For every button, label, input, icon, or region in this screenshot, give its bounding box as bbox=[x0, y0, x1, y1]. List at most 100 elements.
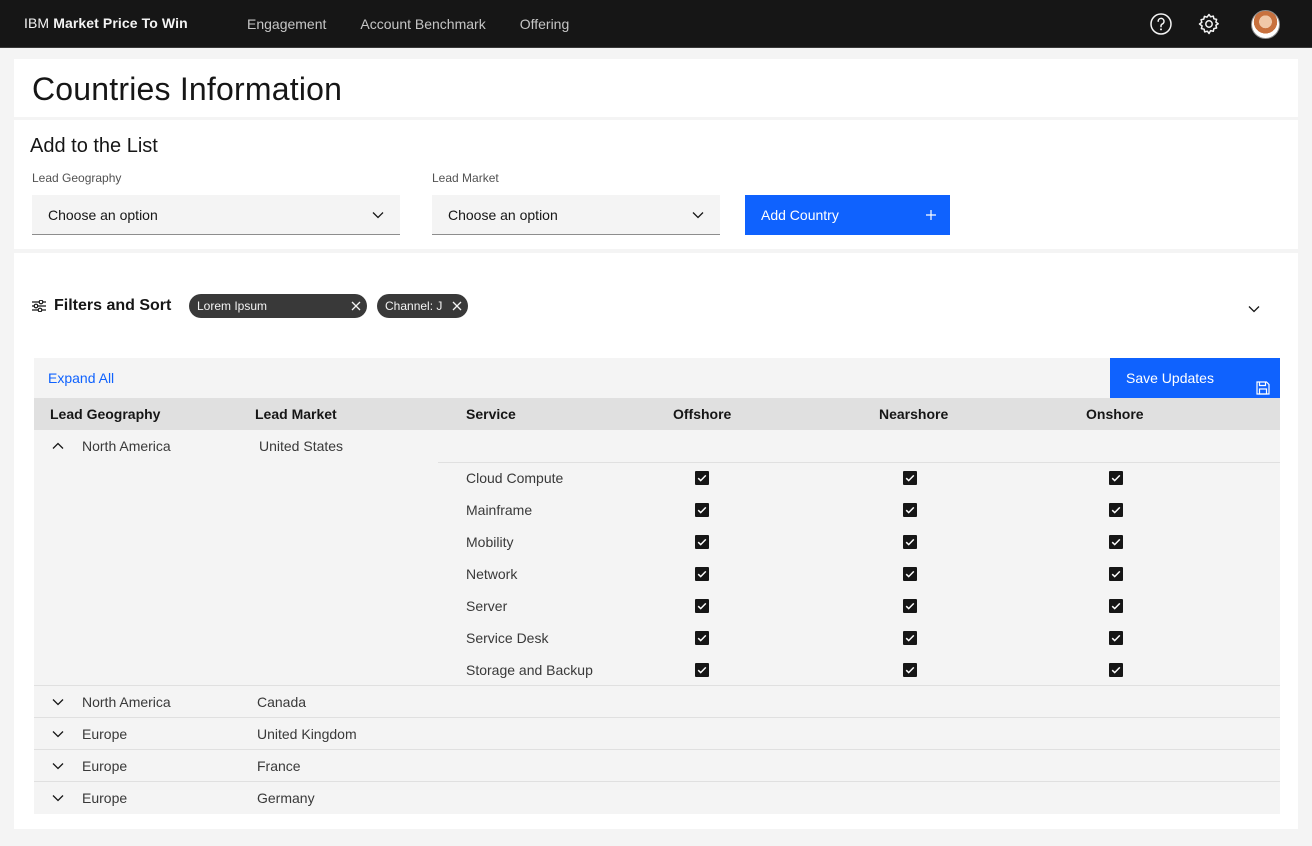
offshore-checkbox[interactable] bbox=[695, 663, 709, 677]
filter-tag[interactable]: Channel: J bbox=[377, 294, 468, 318]
row-expand-toggle[interactable] bbox=[52, 718, 64, 749]
onshore-checkbox[interactable] bbox=[1109, 663, 1123, 677]
brand-prefix: IBM bbox=[24, 15, 50, 31]
plus-icon bbox=[926, 195, 936, 234]
nearshore-checkbox[interactable] bbox=[903, 471, 917, 485]
chevron-down-icon bbox=[372, 195, 384, 235]
settings-button[interactable] bbox=[1185, 0, 1233, 48]
offshore-checkbox[interactable] bbox=[695, 535, 709, 549]
filters-collapse-toggle[interactable] bbox=[1248, 300, 1260, 318]
filter-tag-label: Lorem Ipsum bbox=[197, 299, 268, 313]
add-country-button[interactable]: Add Country bbox=[745, 195, 950, 235]
row-lead-geography: North America bbox=[82, 694, 171, 710]
filter-sliders-icon bbox=[32, 300, 46, 312]
service-row: Mainframe bbox=[34, 494, 1280, 526]
column-header-offshore[interactable]: Offshore bbox=[673, 398, 731, 430]
chevron-down-icon bbox=[52, 698, 64, 705]
chevron-down-icon bbox=[52, 794, 64, 801]
table-row[interactable]: Europe France bbox=[34, 750, 1280, 782]
filter-tag[interactable]: Lorem Ipsum bbox=[189, 294, 367, 318]
row-lead-market: Germany bbox=[257, 790, 315, 806]
row-lead-geography: Europe bbox=[82, 726, 128, 742]
row-expand-toggle[interactable] bbox=[52, 782, 64, 813]
save-updates-button[interactable]: Save Updates bbox=[1110, 358, 1280, 398]
onshore-checkbox[interactable] bbox=[1109, 535, 1123, 549]
onshore-checkbox[interactable] bbox=[1109, 631, 1123, 645]
service-row: Storage and Backup bbox=[34, 654, 1280, 686]
nearshore-checkbox[interactable] bbox=[903, 663, 917, 677]
row-expand-toggle[interactable] bbox=[52, 750, 64, 781]
user-avatar[interactable] bbox=[1251, 10, 1280, 39]
offshore-checkbox[interactable] bbox=[695, 471, 709, 485]
nav-offering[interactable]: Offering bbox=[503, 0, 587, 48]
countries-table-panel: Filters and Sort Lorem Ipsum Channel: J … bbox=[14, 253, 1298, 829]
nav-engagement[interactable]: Engagement bbox=[230, 0, 343, 48]
chevron-down-icon bbox=[52, 730, 64, 737]
chevron-up-icon bbox=[52, 442, 64, 449]
table-row[interactable]: Europe Germany bbox=[34, 782, 1280, 814]
expand-all-link[interactable]: Expand All bbox=[48, 358, 114, 398]
help-button[interactable] bbox=[1137, 0, 1185, 48]
service-name: Cloud Compute bbox=[466, 470, 564, 486]
nav-account-benchmark[interactable]: Account Benchmark bbox=[343, 0, 502, 48]
service-name: Network bbox=[466, 566, 518, 582]
chevron-down-icon bbox=[692, 195, 704, 235]
onshore-checkbox[interactable] bbox=[1109, 503, 1123, 517]
service-name: Mobility bbox=[466, 534, 514, 550]
brand-link[interactable]: IBM Market Price To Win bbox=[24, 0, 188, 48]
row-lead-geography: Europe bbox=[82, 790, 128, 806]
chevron-down-icon bbox=[1248, 306, 1260, 313]
add-country-label: Add Country bbox=[761, 207, 839, 223]
column-header-onshore[interactable]: Onshore bbox=[1086, 398, 1144, 430]
nearshore-checkbox[interactable] bbox=[903, 631, 917, 645]
top-header: IBM Market Price To Win Engagement Accou… bbox=[0, 0, 1312, 48]
lead-market-value: Choose an option bbox=[448, 207, 558, 223]
service-row: Cloud Compute bbox=[34, 462, 1280, 494]
row-lead-market: France bbox=[257, 758, 301, 774]
service-name: Service Desk bbox=[466, 630, 549, 646]
lead-geography-label: Lead Geography bbox=[32, 171, 122, 185]
table-row[interactable]: North America Canada bbox=[34, 686, 1280, 718]
table-header: Lead Geography Lead Market Service Offsh… bbox=[34, 398, 1280, 430]
filters-and-sort[interactable]: Filters and Sort bbox=[32, 296, 171, 316]
row-lead-market: United States bbox=[259, 438, 344, 454]
row-lead-market: Canada bbox=[257, 694, 307, 710]
header-nav: Engagement Account Benchmark Offering bbox=[230, 0, 586, 48]
service-name: Mainframe bbox=[466, 502, 533, 518]
column-header-lead-market[interactable]: Lead Market bbox=[255, 398, 337, 430]
column-header-service[interactable]: Service bbox=[466, 398, 516, 430]
nearshore-checkbox[interactable] bbox=[903, 503, 917, 517]
save-updates-label: Save Updates bbox=[1126, 370, 1214, 386]
add-to-list-panel: Add to the List Lead Geography Choose an… bbox=[14, 120, 1298, 249]
column-header-lead-geography[interactable]: Lead Geography bbox=[50, 398, 160, 430]
offshore-checkbox[interactable] bbox=[695, 503, 709, 517]
table-row[interactable]: Europe United Kingdom bbox=[34, 718, 1280, 750]
service-name: Storage and Backup bbox=[466, 662, 593, 678]
onshore-checkbox[interactable] bbox=[1109, 567, 1123, 581]
service-name: Server bbox=[466, 598, 508, 614]
nearshore-checkbox[interactable] bbox=[903, 535, 917, 549]
settings-icon bbox=[1198, 13, 1219, 35]
onshore-checkbox[interactable] bbox=[1109, 599, 1123, 613]
row-expand-toggle[interactable] bbox=[52, 686, 64, 717]
filters-and-sort-label: Filters and Sort bbox=[54, 297, 172, 314]
service-row: Server bbox=[34, 590, 1280, 622]
expanded-table-row: North America United States Cloud Comput… bbox=[34, 430, 1280, 686]
lead-geography-select[interactable]: Choose an option bbox=[32, 195, 400, 235]
onshore-checkbox[interactable] bbox=[1109, 471, 1123, 485]
row-collapse-toggle[interactable] bbox=[52, 430, 64, 461]
lead-market-select[interactable]: Choose an option bbox=[432, 195, 720, 235]
offshore-checkbox[interactable] bbox=[695, 567, 709, 581]
service-row: Service Desk bbox=[34, 622, 1280, 654]
offshore-checkbox[interactable] bbox=[695, 599, 709, 613]
service-row: Mobility bbox=[34, 526, 1280, 558]
close-icon[interactable] bbox=[351, 294, 361, 318]
nearshore-checkbox[interactable] bbox=[903, 567, 917, 581]
close-icon[interactable] bbox=[452, 294, 462, 318]
nearshore-checkbox[interactable] bbox=[903, 599, 917, 613]
page-title: Countries Information bbox=[32, 71, 343, 107]
add-section-title: Add to the List bbox=[30, 135, 158, 157]
column-header-nearshore[interactable]: Nearshore bbox=[879, 398, 948, 430]
offshore-checkbox[interactable] bbox=[695, 631, 709, 645]
service-row: Network bbox=[34, 558, 1280, 590]
